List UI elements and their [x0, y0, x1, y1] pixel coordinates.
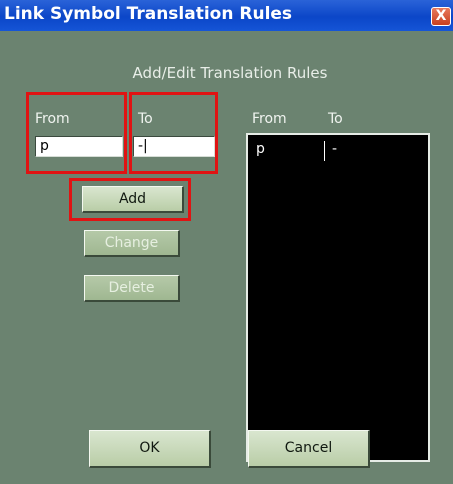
- to-highlight-box: [129, 92, 218, 174]
- change-button[interactable]: Change: [84, 230, 180, 257]
- list-header-to: To: [328, 111, 343, 127]
- title-bar[interactable]: Link Symbol Translation Rules X: [0, 0, 453, 31]
- from-highlight-box: [26, 92, 127, 174]
- delete-button[interactable]: Delete: [84, 275, 180, 302]
- column-divider: [324, 141, 325, 161]
- list-item[interactable]: p -: [256, 141, 416, 161]
- close-button[interactable]: X: [431, 7, 451, 26]
- close-icon: X: [435, 8, 447, 24]
- add-highlight-box: [69, 178, 191, 221]
- list-item-from: p: [256, 141, 265, 157]
- list-header-from: From: [252, 111, 287, 127]
- translation-rules-dialog: Link Symbol Translation Rules X Add/Edit…: [0, 0, 453, 484]
- rules-list[interactable]: p -: [246, 133, 430, 462]
- section-heading: Add/Edit Translation Rules: [132, 64, 328, 82]
- list-item-to: -: [332, 141, 338, 157]
- window-title: Link Symbol Translation Rules: [4, 4, 293, 24]
- ok-button[interactable]: OK: [89, 430, 211, 468]
- cancel-button[interactable]: Cancel: [248, 430, 370, 468]
